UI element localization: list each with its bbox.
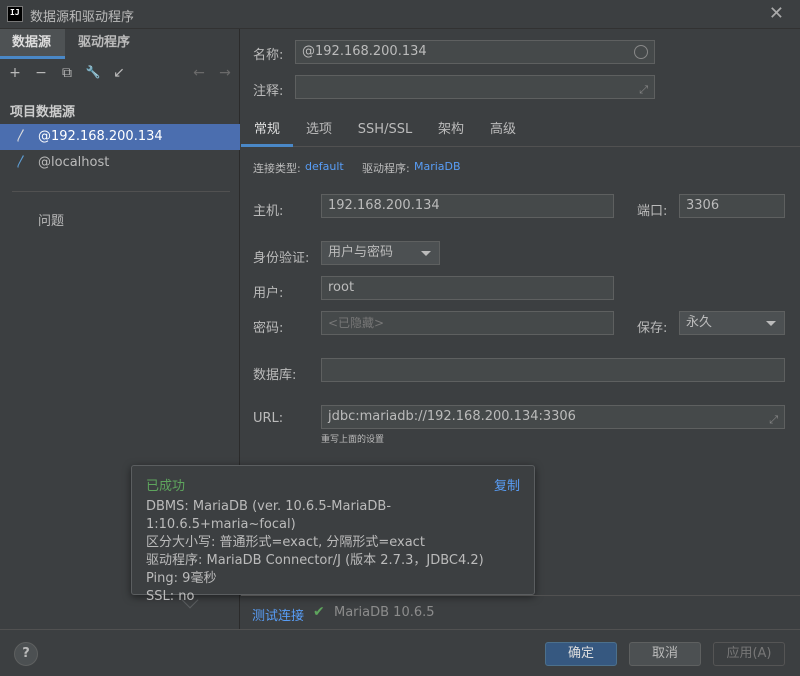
url-label: URL:: [253, 411, 284, 426]
dbms-line: DBMS: MariaDB (ver. 10.6.5-MariaDB-1:10.…: [146, 499, 392, 532]
database-label: 数据库:: [253, 368, 297, 383]
datasource-item[interactable]: 〳 @localhost: [0, 150, 240, 176]
test-result-popup: 已成功 复制 DBMS: MariaDB (ver. 10.6.5-MariaD…: [131, 465, 535, 604]
user-input[interactable]: root: [321, 276, 614, 300]
success-status: 已成功: [146, 479, 186, 494]
left-tabs: 数据源 驱动程序: [0, 29, 239, 59]
tab-drivers[interactable]: 驱动程序: [66, 29, 142, 59]
conn-type-label: 连接类型:: [253, 162, 301, 175]
tab-ssh-ssl[interactable]: SSH/SSL: [347, 117, 423, 147]
divider: [12, 191, 230, 192]
name-input[interactable]: @192.168.200.134: [295, 40, 655, 64]
comment-input[interactable]: ⤢: [295, 75, 655, 99]
project-datasources-title: 项目数据源: [10, 105, 76, 120]
auth-label: 身份验证:: [253, 251, 310, 266]
auth-value: 用户与密码: [328, 245, 394, 260]
password-label: 密码:: [253, 321, 284, 336]
test-connection-link[interactable]: 测试连接: [252, 605, 304, 624]
help-button[interactable]: ?: [14, 642, 38, 666]
check-icon: ✔: [313, 604, 325, 620]
url-value: jdbc:mariadb://192.168.200.134:3306: [328, 409, 576, 424]
cancel-button[interactable]: 取消: [629, 642, 701, 666]
datasource-item-selected[interactable]: 〳 @192.168.200.134: [0, 124, 240, 150]
url-hint: 重写上面的设置: [321, 435, 385, 445]
mariadb-icon: 〳: [15, 129, 29, 144]
test-result: MariaDB 10.6.5: [334, 605, 435, 620]
tab-datasources[interactable]: 数据源: [0, 29, 65, 59]
wrench-icon[interactable]: 🔧: [84, 65, 102, 79]
driver-link[interactable]: MariaDB: [414, 160, 461, 173]
port-input[interactable]: 3306: [679, 194, 785, 218]
back-arrow-icon[interactable]: ←: [190, 65, 208, 81]
test-connection-row: 测试连接 ✔ MariaDB 10.6.5: [241, 595, 800, 629]
tab-schemas[interactable]: 架构: [425, 117, 477, 147]
comment-label: 注释:: [253, 84, 284, 99]
title-bar: IJ 数据源和驱动程序 ✕: [0, 0, 800, 29]
import-icon[interactable]: ↙: [110, 65, 128, 81]
password-input[interactable]: <已隐藏>: [321, 311, 614, 335]
left-toolbar: + − ⧉ 🔧 ↙ ← →: [0, 65, 240, 89]
host-input[interactable]: 192.168.200.134: [321, 194, 614, 218]
duplicate-icon[interactable]: ⧉: [58, 65, 76, 81]
datasource-label: @192.168.200.134: [38, 129, 163, 144]
save-select[interactable]: 永久: [679, 311, 785, 335]
tab-advanced[interactable]: 高级: [477, 117, 529, 147]
settings-tabs: 常规 选项 SSH/SSL 架构 高级: [241, 117, 800, 147]
copy-link[interactable]: 复制: [494, 475, 520, 494]
close-icon[interactable]: ✕: [769, 3, 784, 24]
apply-button[interactable]: 应用(A): [713, 642, 785, 666]
ping-line: Ping: 9毫秒: [146, 571, 217, 586]
color-circle-icon[interactable]: [634, 45, 648, 59]
conn-type-link[interactable]: default: [305, 160, 344, 173]
expand-icon[interactable]: ⤢: [639, 79, 648, 101]
save-label: 保存:: [637, 321, 668, 336]
forward-arrow-icon[interactable]: →: [216, 65, 234, 81]
tab-general[interactable]: 常规: [241, 117, 293, 147]
name-value: @192.168.200.134: [302, 44, 427, 59]
add-icon[interactable]: +: [6, 65, 24, 81]
mariadb-icon: 〳: [15, 155, 29, 170]
database-input[interactable]: [321, 358, 785, 382]
expand-icon[interactable]: ⤢: [769, 409, 778, 431]
driver-line: 驱动程序: MariaDB Connector/J (版本 2.7.3，JDBC…: [146, 553, 484, 568]
remove-icon[interactable]: −: [32, 65, 50, 81]
user-label: 用户:: [253, 286, 284, 301]
port-label: 端口:: [637, 204, 668, 219]
intellij-icon: IJ: [7, 6, 23, 22]
save-value: 永久: [686, 315, 713, 330]
case-line: 区分大小写: 普通形式=exact, 分隔形式=exact: [146, 535, 425, 550]
tab-options[interactable]: 选项: [293, 117, 345, 147]
name-label: 名称:: [253, 48, 284, 63]
auth-select[interactable]: 用户与密码: [321, 241, 440, 265]
url-input[interactable]: jdbc:mariadb://192.168.200.134:3306 ⤢: [321, 405, 785, 429]
problems-item[interactable]: 问题: [38, 210, 64, 229]
driver-label: 驱动程序:: [362, 162, 410, 175]
bottom-bar: ? 确定 取消 应用(A): [0, 629, 800, 676]
window-title: 数据源和驱动程序: [30, 10, 135, 25]
ok-button[interactable]: 确定: [545, 642, 617, 666]
host-label: 主机:: [253, 204, 284, 219]
datasource-label: @localhost: [38, 155, 110, 170]
